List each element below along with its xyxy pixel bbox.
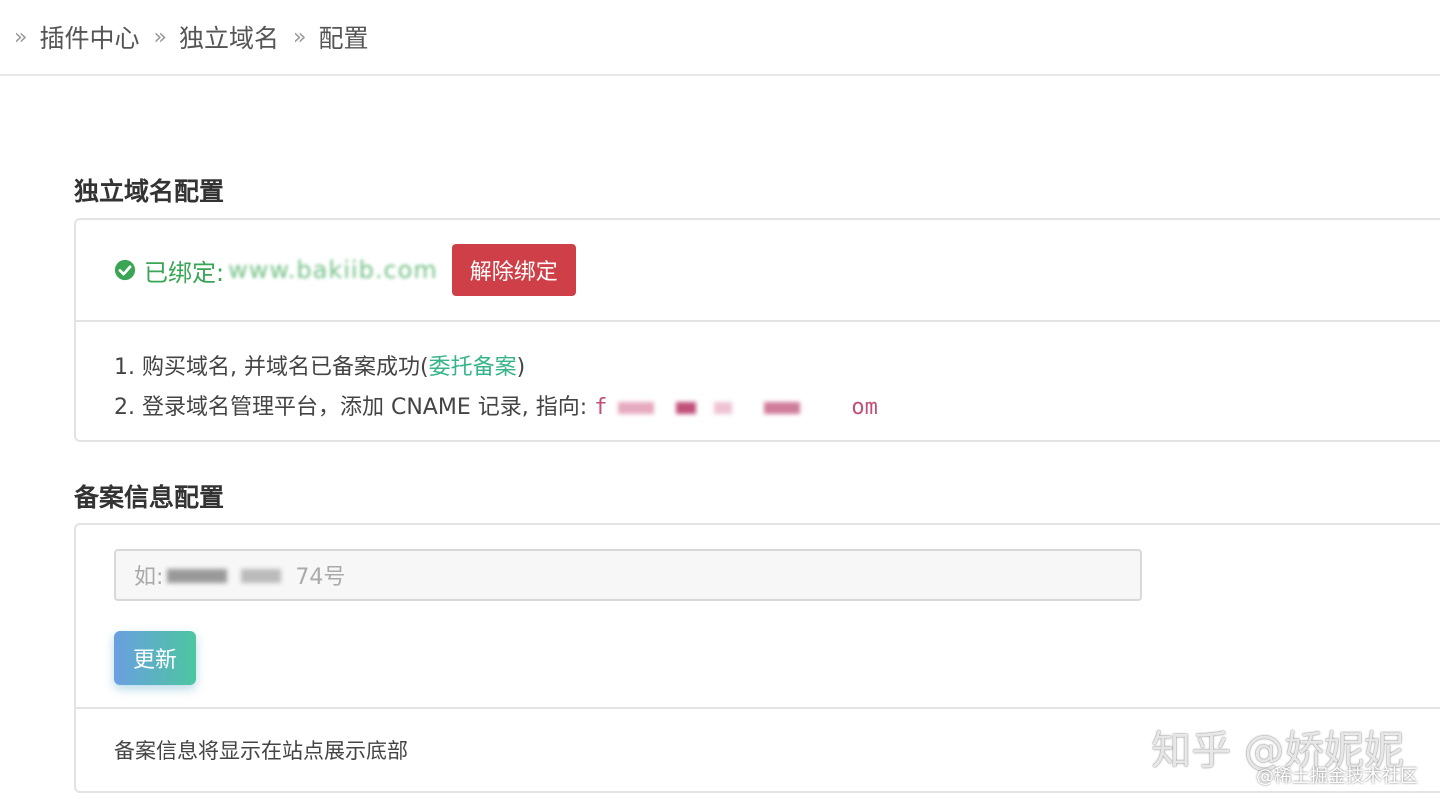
check-circle-icon (114, 259, 136, 281)
icp-form-row: 如: 74号 更新 (76, 525, 1440, 707)
chevron-double-right-icon: » (14, 24, 28, 50)
chevron-double-right-icon: » (153, 24, 167, 50)
unbind-button[interactable]: 解除绑定 (451, 244, 576, 296)
step-1-text: 1. 购买域名, 并域名已备案成功( (114, 355, 429, 380)
setup-steps: 1. 购买域名, 并域名已备案成功(委托备案) 2. 登录域名管理平台，添加 C… (76, 320, 1440, 440)
cname-target-end: om (851, 395, 878, 420)
icp-placeholder-end: 74号 (295, 565, 346, 590)
breadcrumb-item-config: 配置 (318, 24, 369, 53)
cname-target-redacted (614, 400, 844, 416)
icp-placeholder-start: 如: (134, 565, 164, 590)
chevron-double-right-icon: » (292, 24, 307, 50)
bound-label: 已绑定: (144, 258, 225, 287)
icp-section-title: 备案信息配置 (74, 483, 225, 512)
update-button[interactable]: 更新 (114, 631, 196, 685)
step-2-text: 2. 登录域名管理平台，添加 CNAME 记录, 指向: (114, 395, 588, 420)
breadcrumb-item-custom-domain[interactable]: 独立域名 (179, 19, 279, 55)
domain-section-title: 独立域名配置 (74, 177, 225, 206)
step-2: 2. 登录域名管理平台，添加 CNAME 记录, 指向: f om (114, 388, 1440, 428)
step-1-end: ) (516, 355, 526, 380)
juejin-watermark: @稀土掘金技术社区 (1256, 766, 1418, 787)
domain-panel: 已绑定: www.bakiib.com 解除绑定 1. 购买域名, 并域名已备案… (74, 218, 1440, 442)
icp-input[interactable]: 如: 74号 (114, 549, 1142, 601)
breadcrumb-item-plugin-center[interactable]: 插件中心 (39, 19, 139, 55)
breadcrumb: » 插件中心 » 独立域名 » 配置 (0, 0, 1440, 76)
bound-status-row: 已绑定: www.bakiib.com 解除绑定 (76, 220, 1440, 320)
step-1: 1. 购买域名, 并域名已备案成功(委托备案) (114, 348, 1440, 388)
cname-target-start: f (594, 395, 608, 420)
bound-domain: www.bakiib.com (228, 256, 438, 284)
icp-placeholder-redacted (163, 565, 295, 585)
delegate-filing-link[interactable]: 委托备案 (429, 355, 517, 380)
